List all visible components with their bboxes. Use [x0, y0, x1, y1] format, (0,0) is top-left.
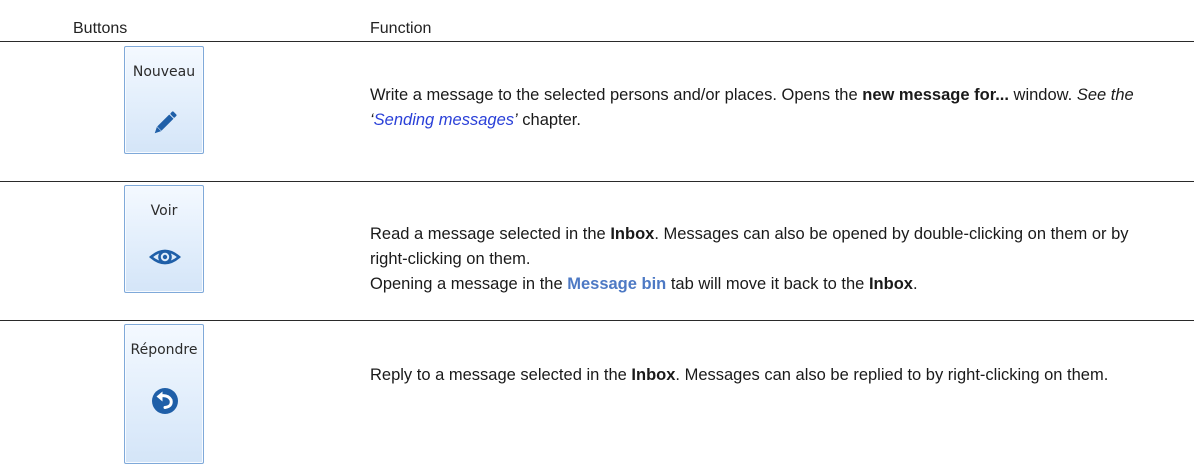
row-rule	[0, 320, 1194, 321]
desc-text: .	[912, 275, 918, 293]
nouveau-description: Write a message to the selected persons …	[370, 83, 1170, 133]
header-rule	[0, 41, 1194, 42]
eye-icon	[149, 249, 181, 265]
repondre-button[interactable]: Répondre	[124, 324, 204, 464]
header-buttons: Buttons	[73, 20, 128, 37]
inbox-name: Inbox	[610, 225, 655, 243]
desc-text: tab will move it back to the	[666, 275, 869, 293]
inbox-name: Inbox	[868, 275, 913, 293]
desc-text: Read a message selected in the	[370, 225, 611, 243]
window-name: new message for...	[862, 86, 1009, 104]
message-bin-tab-name: Message bin	[567, 275, 667, 293]
desc-text: chapter.	[517, 111, 581, 129]
repondre-button-label: Répondre	[130, 342, 198, 358]
desc-text: Reply to a message selected in the	[370, 366, 632, 384]
voir-button-label: Voir	[150, 203, 178, 219]
row-rule	[0, 181, 1194, 182]
desc-text: window.	[1008, 86, 1077, 104]
desc-text: Opening a message in the	[370, 275, 568, 293]
nouveau-button-label: Nouveau	[132, 64, 196, 80]
desc-text: . Messages can also be replied to by rig…	[675, 366, 1109, 384]
voir-description: Read a message selected in the Inbox. Me…	[370, 222, 1170, 297]
reply-icon	[152, 388, 178, 414]
header-function: Function	[370, 20, 432, 37]
nouveau-button[interactable]: Nouveau	[124, 46, 204, 154]
voir-button[interactable]: Voir	[124, 185, 204, 293]
pencil-icon	[154, 111, 177, 134]
desc-text: Write a message to the selected persons …	[370, 86, 863, 104]
sending-messages-link[interactable]: Sending messages	[374, 111, 514, 129]
repondre-description: Reply to a message selected in the Inbox…	[370, 363, 1170, 388]
inbox-name: Inbox	[631, 366, 676, 384]
